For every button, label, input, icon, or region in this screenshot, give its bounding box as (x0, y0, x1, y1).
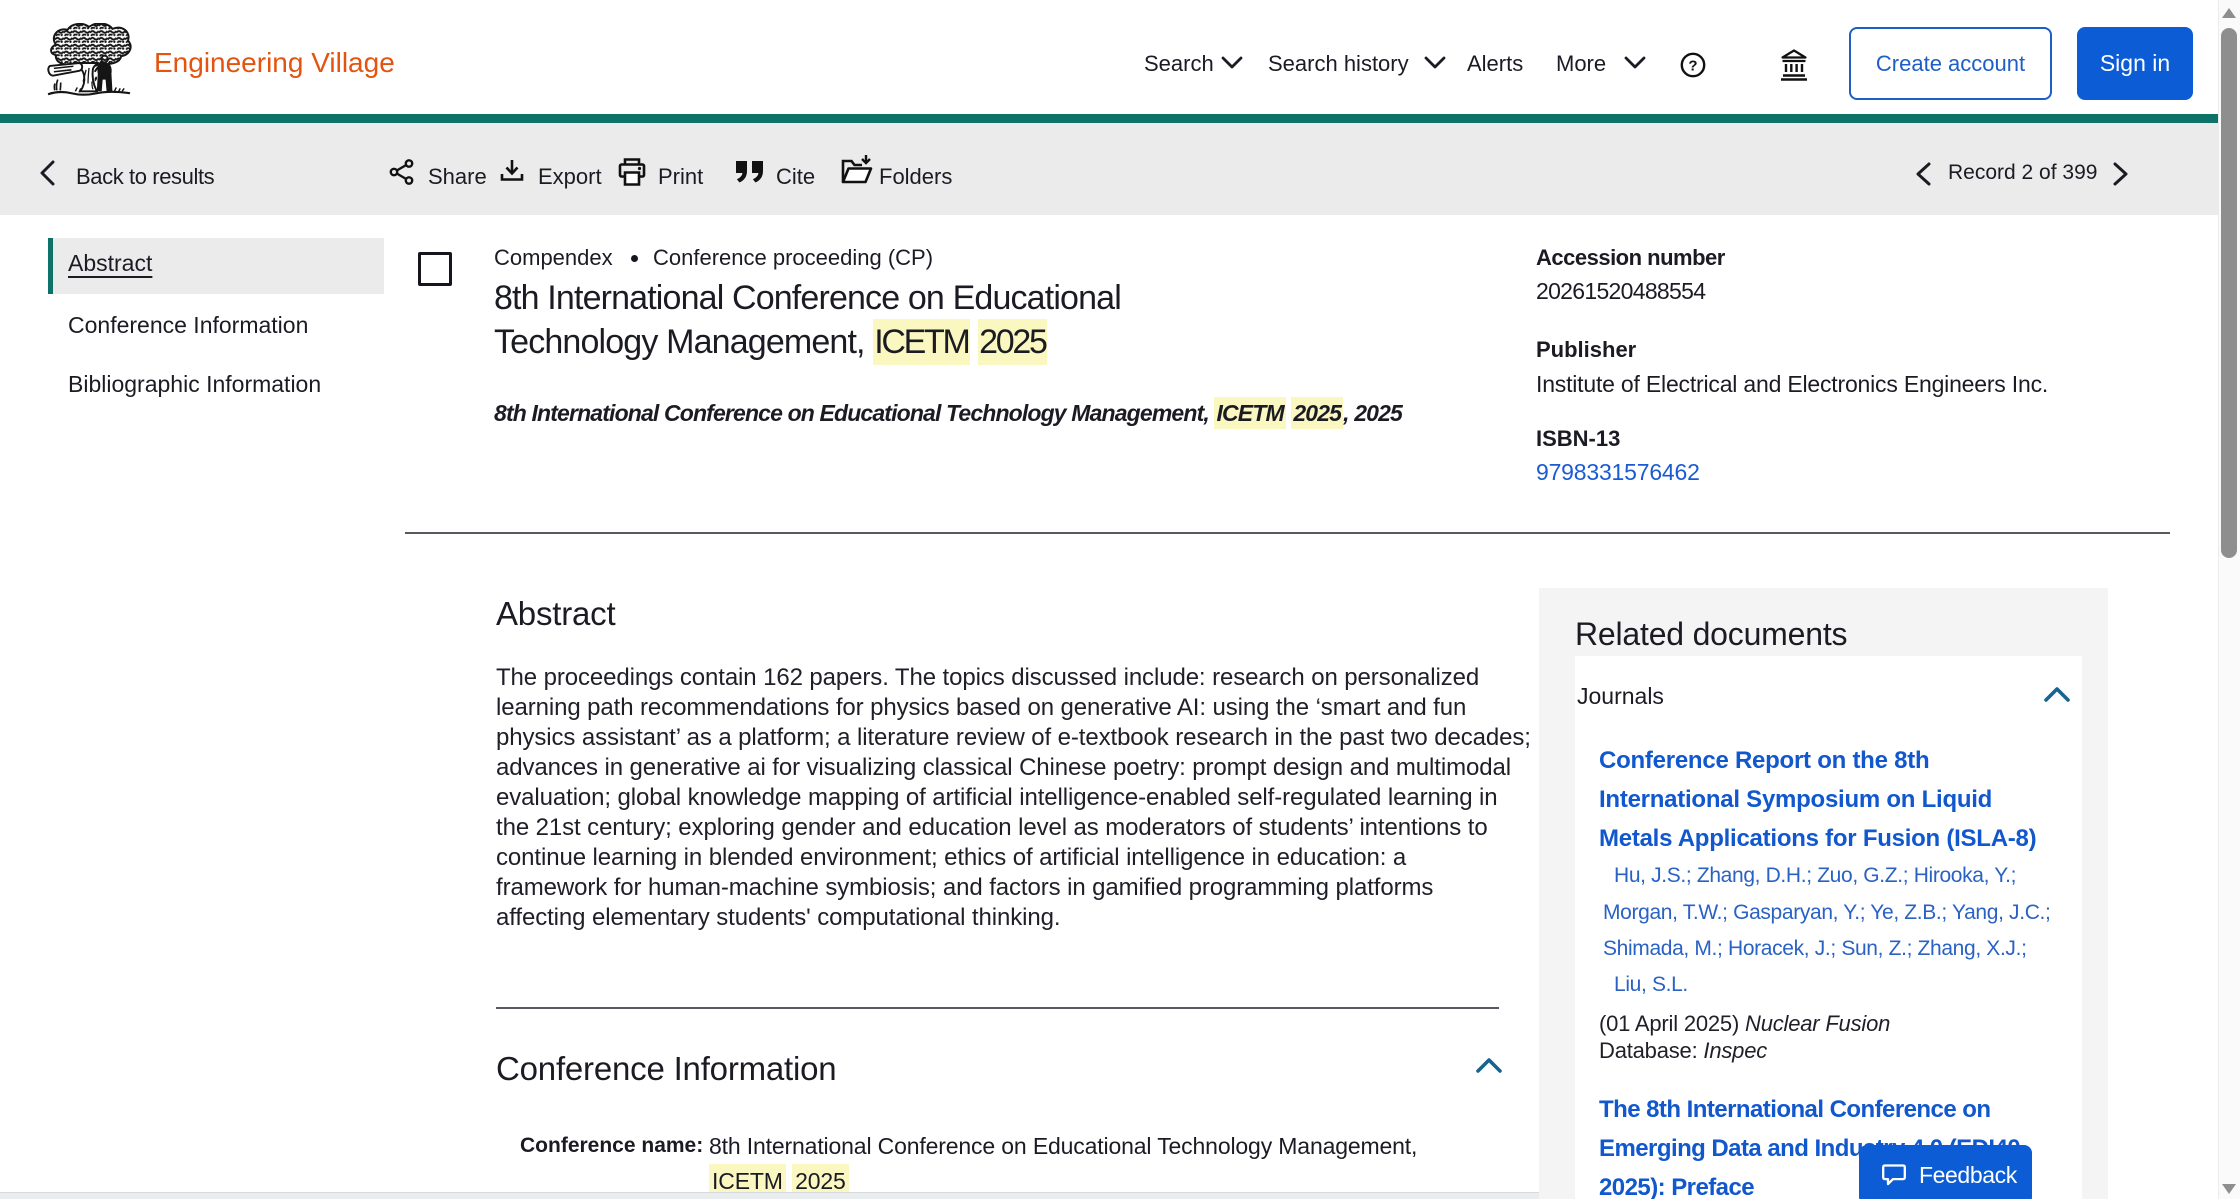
svg-text:?: ? (1688, 58, 1697, 75)
